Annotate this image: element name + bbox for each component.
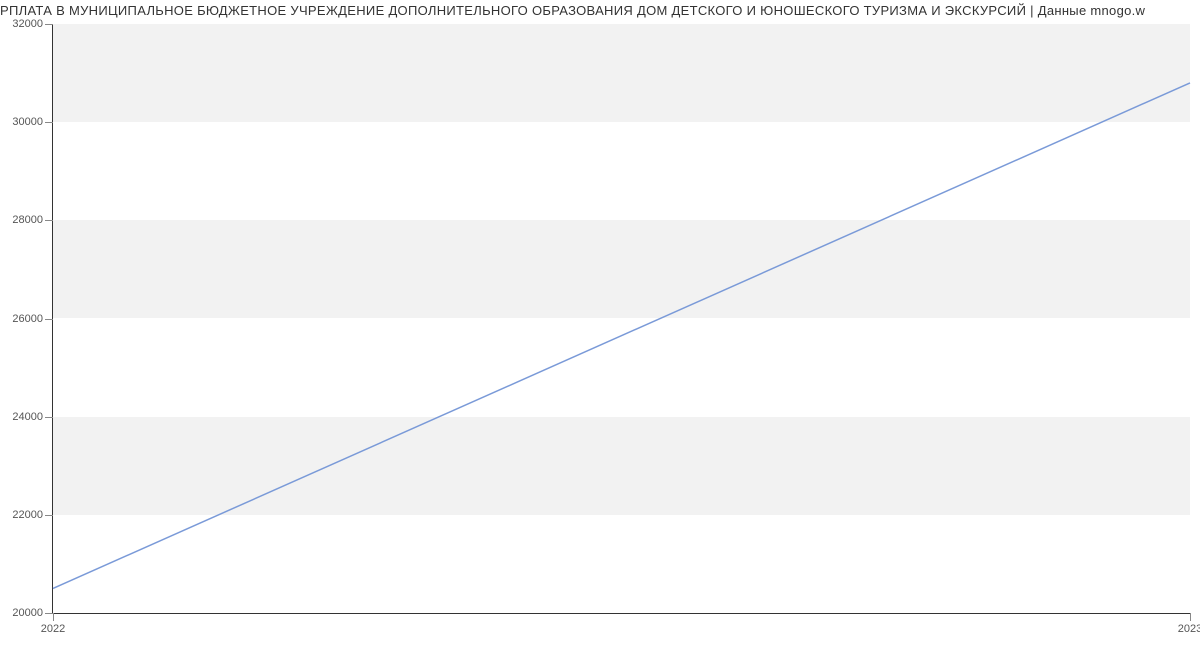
line-chart-svg (53, 24, 1190, 613)
data-line (53, 83, 1190, 589)
x-tick (53, 613, 54, 621)
chart-container: РПЛАТА В МУНИЦИПАЛЬНОЕ БЮДЖЕТНОЕ УЧРЕЖДЕ… (0, 0, 1200, 650)
y-axis-label: 24000 (12, 411, 43, 423)
y-tick (45, 220, 53, 221)
x-axis-label: 2022 (41, 623, 65, 635)
y-tick (45, 515, 53, 516)
y-axis-label: 30000 (12, 116, 43, 128)
y-tick (45, 24, 53, 25)
x-axis-label: 2023 (1178, 623, 1200, 635)
y-tick (45, 319, 53, 320)
y-tick (45, 417, 53, 418)
y-axis-label: 20000 (12, 607, 43, 619)
plot-area: 2000022000240002600028000300003200020222… (52, 24, 1190, 614)
y-axis-label: 22000 (12, 509, 43, 521)
y-axis-label: 26000 (12, 313, 43, 325)
y-axis-label: 28000 (12, 214, 43, 226)
y-axis-label: 32000 (12, 18, 43, 30)
y-tick (45, 122, 53, 123)
x-tick (1190, 613, 1191, 621)
y-tick (45, 613, 53, 614)
chart-title: РПЛАТА В МУНИЦИПАЛЬНОЕ БЮДЖЕТНОЕ УЧРЕЖДЕ… (0, 0, 1200, 18)
